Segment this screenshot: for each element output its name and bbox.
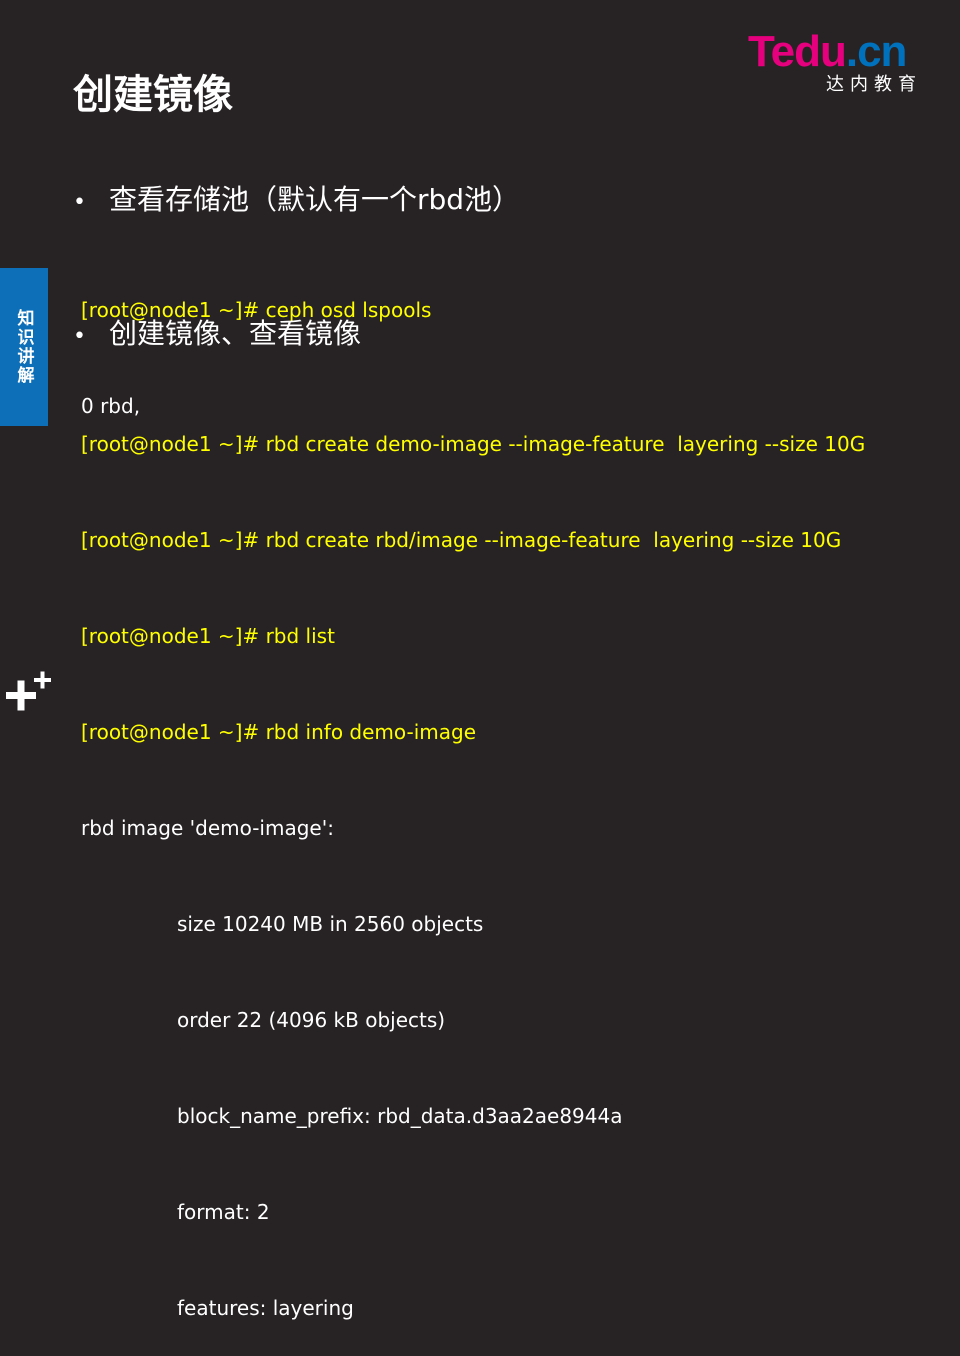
command-line: [root@node1 ~]# rbd create demo-image --… [81, 432, 866, 456]
logo-brand-dot: .cn [845, 27, 908, 76]
bullet-dot-icon: • [73, 190, 86, 215]
logo-brand-main: Tedu [748, 27, 847, 76]
output-header: rbd image 'demo-image': [81, 816, 334, 840]
slide-title: 创建镜像 [73, 72, 233, 118]
command-line: [root@node1 ~]# rbd create rbd/image --i… [81, 528, 842, 552]
bullet-item: • 查看存储池（默认有一个rbd池） [73, 182, 520, 221]
code-block-rbd: [root@node1 ~]# rbd create demo-image --… [81, 364, 865, 1356]
output-line: format: 2 [177, 1200, 270, 1224]
tedu-logo: Tedu.cn 达内教育 [748, 28, 928, 98]
bullet-text: 创建镜像、查看镜像 [109, 317, 362, 350]
command-line: [root@node1 ~]# rbd info demo-image [81, 720, 477, 744]
logo-subtitle: 达内教育 [826, 74, 922, 95]
output-line: block_name_prefix: rbd_data.d3aa2ae8944a [177, 1104, 623, 1128]
plus-icon [6, 671, 51, 711]
bullet-text: 查看存储池（默认有一个rbd池） [109, 183, 521, 216]
command-line: [root@node1 ~]# rbd list [81, 624, 335, 648]
side-tab-label: 知识讲解 [13, 309, 34, 385]
bullet-item: • 创建镜像、查看镜像 [73, 316, 361, 355]
bullet-dot-icon: • [73, 324, 86, 349]
output-line: features: layering [177, 1296, 354, 1320]
output-line: order 22 (4096 kB objects) [177, 1008, 446, 1032]
side-tab: 知识讲解 [0, 268, 48, 426]
output-line: size 10240 MB in 2560 objects [177, 912, 484, 936]
